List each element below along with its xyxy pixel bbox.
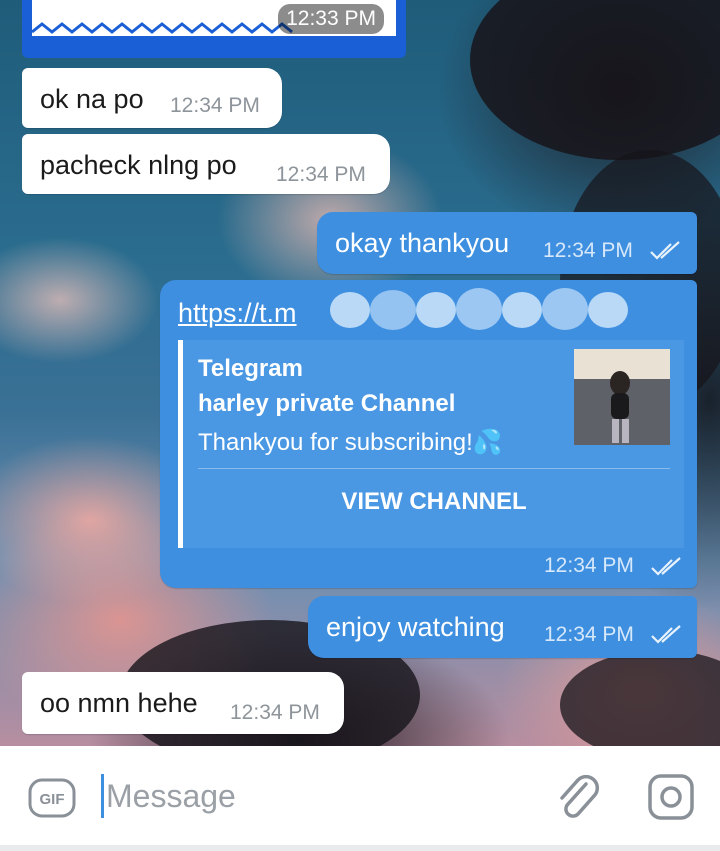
message-text: oo nmn hehe bbox=[40, 688, 198, 718]
system-nav-strip bbox=[0, 845, 720, 851]
message-text: pacheck nlng po bbox=[40, 150, 237, 180]
message-link[interactable]: https://t.m bbox=[178, 298, 297, 329]
link-preview-message[interactable]: https://t.m Telegram harley private Chan… bbox=[160, 280, 697, 588]
message-time: 12:34 PM bbox=[544, 623, 634, 646]
message-time: 12:34 PM bbox=[543, 239, 633, 262]
preview-accent-bar bbox=[178, 340, 183, 548]
message-text: enjoy watching bbox=[326, 612, 505, 642]
obscured-text bbox=[456, 288, 502, 330]
gif-label: GIF bbox=[40, 791, 65, 808]
preview-thumbnail[interactable] bbox=[574, 349, 670, 445]
obscured-text bbox=[542, 288, 588, 330]
image-message[interactable]: 12:33 PM bbox=[22, 0, 406, 58]
preview-site-name: Telegram bbox=[198, 355, 303, 382]
incoming-message[interactable]: oo nmn hehe 12:34 PM bbox=[22, 672, 344, 734]
obscured-text bbox=[370, 290, 416, 330]
link-preview-card[interactable]: Telegram harley private Channel Thankyou… bbox=[178, 340, 684, 548]
camera-icon bbox=[648, 774, 694, 820]
palm-shadow bbox=[560, 650, 720, 746]
preview-divider bbox=[198, 468, 670, 469]
message-input[interactable] bbox=[104, 772, 526, 820]
message-time: 12:34 PM bbox=[544, 554, 634, 577]
double-check-icon bbox=[651, 557, 681, 576]
incoming-message[interactable]: pacheck nlng po 12:34 PM bbox=[22, 134, 390, 194]
preview-title: harley private Channel bbox=[198, 390, 456, 417]
obscured-text bbox=[416, 292, 456, 328]
message-composer: GIF bbox=[0, 746, 720, 851]
person-photo bbox=[574, 349, 670, 445]
double-check-icon bbox=[651, 625, 681, 644]
message-time: 12:34 PM bbox=[230, 701, 320, 724]
outgoing-message[interactable]: enjoy watching 12:34 PM bbox=[308, 596, 697, 658]
attach-button[interactable] bbox=[554, 770, 600, 822]
outgoing-message[interactable]: okay thankyou 12:34 PM bbox=[317, 212, 697, 274]
message-time: 12:34 PM bbox=[170, 94, 260, 117]
palm-shadow bbox=[470, 0, 720, 160]
obscured-text bbox=[330, 292, 370, 328]
message-text: ok na po bbox=[40, 84, 144, 114]
double-check-icon bbox=[650, 241, 680, 260]
obscured-text bbox=[502, 292, 542, 328]
preview-description: Thankyou for subscribing!💦 bbox=[198, 429, 503, 456]
gif-button[interactable]: GIF bbox=[28, 778, 76, 818]
paperclip-icon bbox=[560, 774, 600, 818]
message-text: okay thankyou bbox=[335, 228, 510, 258]
message-time: 12:34 PM bbox=[276, 163, 366, 186]
camera-button[interactable] bbox=[646, 772, 696, 822]
gif-icon: GIF bbox=[28, 778, 76, 818]
incoming-message[interactable]: ok na po 12:34 PM bbox=[22, 68, 282, 128]
obscured-text bbox=[588, 292, 628, 328]
view-channel-button[interactable]: VIEW CHANNEL bbox=[198, 470, 670, 534]
message-time: 12:33 PM bbox=[278, 4, 384, 34]
